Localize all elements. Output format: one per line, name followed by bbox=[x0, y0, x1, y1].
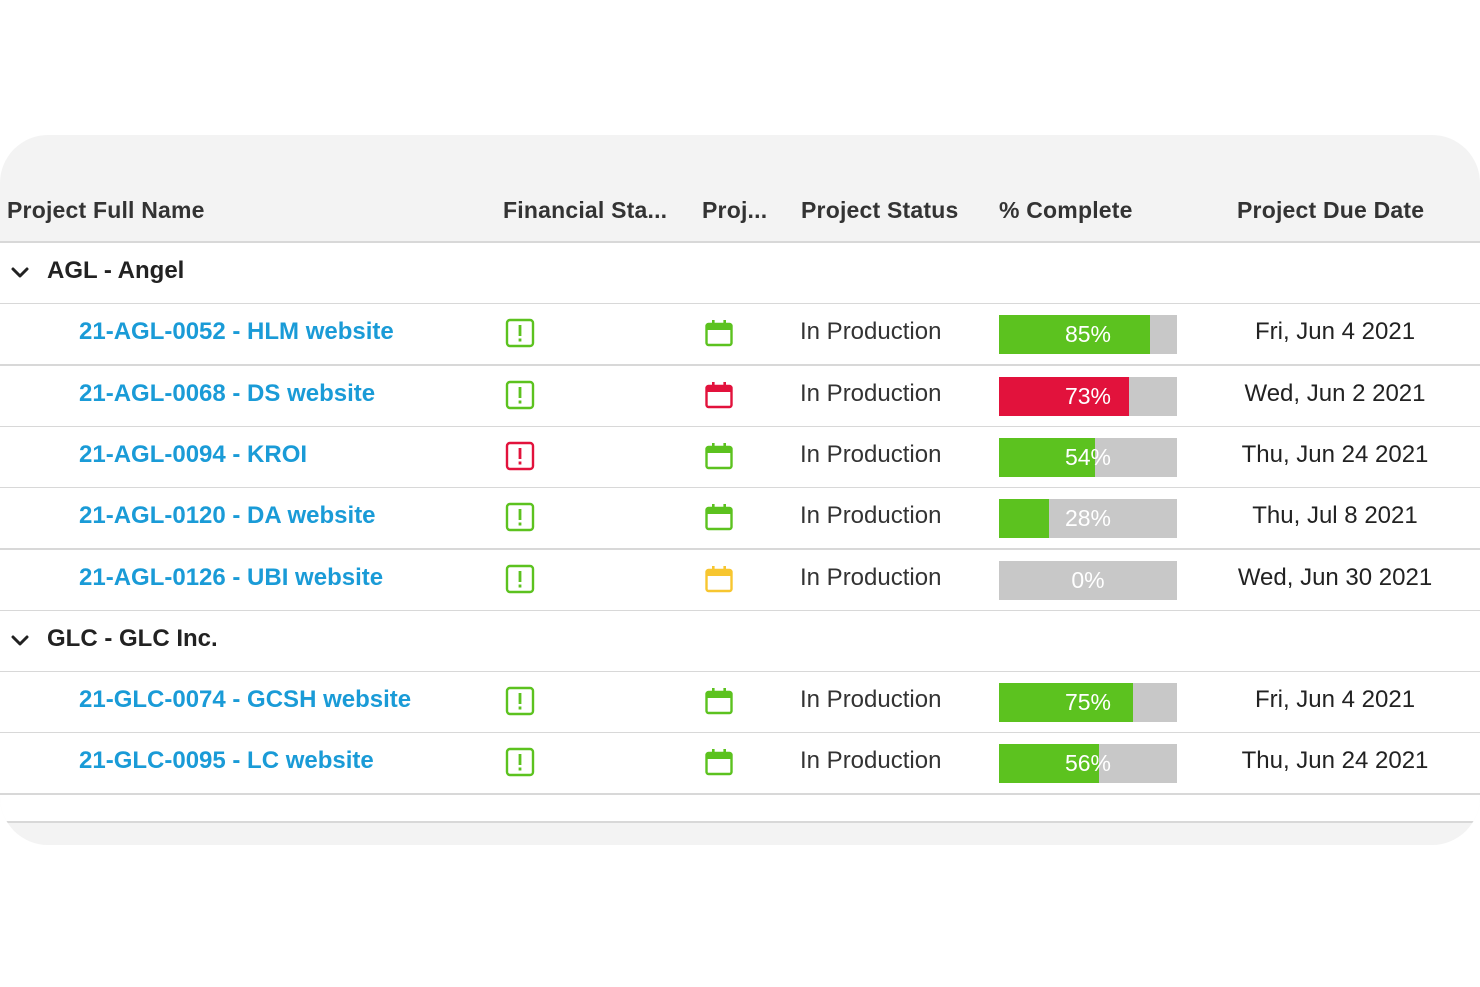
project-status: In Production bbox=[800, 318, 942, 346]
percent-complete-bar: 56% bbox=[999, 744, 1177, 784]
project-due-date: Thu, Jul 8 2021 bbox=[1252, 502, 1418, 530]
project-link[interactable]: 21-AGL-0126 - UBI website bbox=[79, 564, 383, 592]
project-status: In Production bbox=[800, 440, 942, 468]
project-due-date: Thu, Jun 24 2021 bbox=[1241, 440, 1429, 468]
schedule-calendar-icon bbox=[704, 441, 734, 471]
project-due-date: Thu, Jun 24 2021 bbox=[1241, 747, 1429, 775]
project-status: In Production bbox=[800, 563, 942, 591]
column-header-project-full-name[interactable]: Project Full Name bbox=[7, 197, 205, 224]
table-row: 21-AGL-0120 - DA website In Production 28%… bbox=[0, 488, 1480, 551]
percent-complete-label: 28% bbox=[1064, 505, 1112, 532]
schedule-calendar-icon bbox=[704, 686, 734, 716]
table-row: 21-AGL-0068 - DS website In Production 73%… bbox=[0, 365, 1480, 428]
percent-complete-bar: 75% bbox=[999, 683, 1177, 723]
column-header-project-due-date[interactable]: Project Due Date bbox=[1237, 197, 1424, 224]
percent-complete-bar: 28% bbox=[999, 499, 1177, 539]
table-header: Project Full Name Financial Sta... Proj.… bbox=[0, 135, 1480, 243]
project-link[interactable]: 21-AGL-0120 - DA website bbox=[79, 502, 376, 530]
project-link[interactable]: 21-AGL-0052 - HLM website bbox=[79, 318, 394, 346]
percent-complete-label: 0% bbox=[1071, 566, 1105, 593]
table-row: 21-AGL-0126 - UBI website In Production 0%… bbox=[0, 549, 1480, 612]
percent-complete-bar: 0% bbox=[999, 560, 1177, 600]
project-status: In Production bbox=[800, 502, 942, 530]
schedule-calendar-icon bbox=[704, 502, 734, 532]
financial-alert-icon bbox=[505, 564, 535, 594]
table-footer-divider bbox=[0, 821, 1480, 823]
project-status: In Production bbox=[800, 686, 942, 714]
chevron-down-icon[interactable] bbox=[10, 263, 30, 283]
percent-complete-bar: 85% bbox=[999, 315, 1177, 355]
column-header-percent-complete[interactable]: % Complete bbox=[999, 197, 1133, 224]
financial-alert-icon bbox=[505, 686, 535, 716]
schedule-calendar-icon bbox=[704, 318, 734, 348]
financial-alert-icon bbox=[505, 380, 535, 410]
percent-complete-label: 54% bbox=[1064, 443, 1112, 470]
group-row[interactable]: GLC - GLC Inc. bbox=[0, 610, 1480, 673]
schedule-calendar-icon bbox=[704, 564, 734, 594]
column-header-financial-status[interactable]: Financial Sta... bbox=[503, 197, 667, 224]
percent-complete-bar: 54% bbox=[999, 437, 1177, 477]
schedule-calendar-icon bbox=[704, 747, 734, 777]
chevron-down-icon[interactable] bbox=[10, 631, 30, 651]
table-row: 21-AGL-0094 - KROI In Production 54% Thu, J… bbox=[0, 426, 1480, 489]
project-link[interactable]: 21-GLC-0074 - GCSH website bbox=[79, 686, 411, 714]
project-link[interactable]: 21-AGL-0068 - DS website bbox=[79, 380, 375, 408]
percent-complete-label: 85% bbox=[1064, 321, 1112, 348]
table-row: 21-GLC-0095 - LC website In Production 56%… bbox=[0, 733, 1480, 796]
table-row: 21-GLC-0074 - GCSH website In Production 7… bbox=[0, 672, 1480, 735]
project-status: In Production bbox=[800, 747, 942, 775]
financial-alert-icon bbox=[505, 502, 535, 532]
percent-complete-label: 56% bbox=[1064, 750, 1112, 777]
percent-complete-bar: 73% bbox=[999, 376, 1177, 416]
percent-complete-label: 73% bbox=[1064, 382, 1112, 409]
project-grid: Project Full Name Financial Sta... Proj.… bbox=[0, 135, 1480, 845]
project-link[interactable]: 21-GLC-0095 - LC website bbox=[79, 747, 374, 775]
table-row: 21-AGL-0052 - HLM website In Production 85… bbox=[0, 304, 1480, 367]
schedule-calendar-icon bbox=[704, 380, 734, 410]
table-body: AGL - Angel 21-AGL-0052 - HLM website In P… bbox=[0, 243, 1480, 821]
group-row[interactable]: AGL - Angel bbox=[0, 243, 1480, 305]
project-due-date: Fri, Jun 4 2021 bbox=[1254, 686, 1416, 714]
percent-complete-label: 75% bbox=[1064, 689, 1112, 716]
project-status: In Production bbox=[800, 379, 942, 407]
financial-alert-icon bbox=[505, 441, 535, 471]
project-due-date: Fri, Jun 4 2021 bbox=[1254, 318, 1416, 346]
column-header-project-schedule[interactable]: Proj... bbox=[702, 197, 767, 224]
project-due-date: Wed, Jun 30 2021 bbox=[1237, 563, 1433, 591]
project-link[interactable]: 21-AGL-0094 - KROI bbox=[79, 441, 307, 469]
group-label: GLC - GLC Inc. bbox=[47, 624, 218, 652]
project-due-date: Wed, Jun 2 2021 bbox=[1244, 379, 1426, 407]
financial-alert-icon bbox=[505, 747, 535, 777]
financial-alert-icon bbox=[505, 318, 535, 348]
column-header-project-status[interactable]: Project Status bbox=[801, 197, 958, 224]
group-label: AGL - Angel bbox=[47, 257, 185, 284]
